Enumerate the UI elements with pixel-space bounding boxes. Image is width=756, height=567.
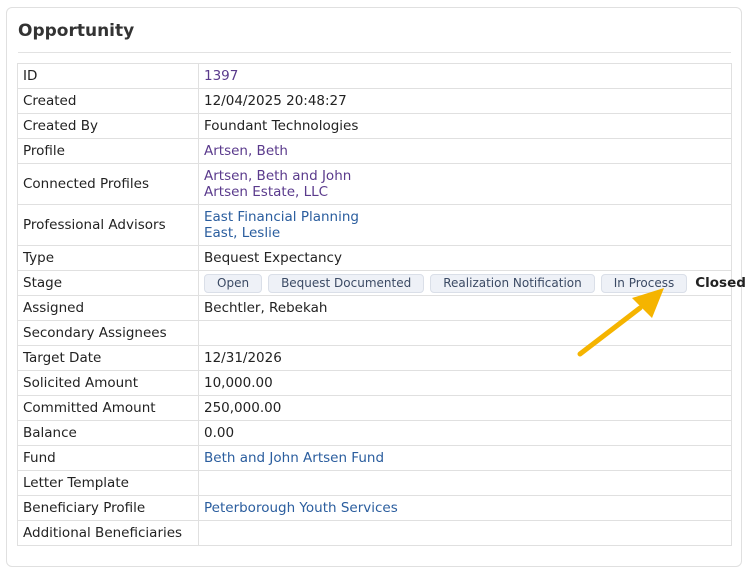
value-assigned: Bechtler, Rebekah — [198, 295, 732, 321]
label-connected-profiles: Connected Profiles — [17, 163, 199, 205]
row-stage: Stage Open Bequest Documented Realizatio… — [17, 270, 746, 296]
label-solicited-amount: Solicited Amount — [17, 370, 199, 396]
connected-profile-link[interactable]: Artsen Estate, LLC — [204, 184, 726, 200]
label-target-date: Target Date — [17, 345, 199, 371]
stage-realization-notification-button[interactable]: Realization Notification — [430, 273, 595, 293]
value-cell-professional-advisors: East Financial Planning East, Leslie — [198, 204, 732, 246]
label-letter-template: Letter Template — [17, 470, 199, 496]
stage-in-process-button[interactable]: In Process — [600, 273, 688, 293]
beneficiary-profile-link[interactable]: Peterborough Youth Services — [204, 500, 726, 516]
row-assigned: Assigned Bechtler, Rebekah — [17, 295, 732, 321]
label-created-by: Created By — [17, 113, 199, 139]
value-cell-id: 1397 — [198, 63, 732, 89]
connected-profile-link[interactable]: Artsen, Beth and John — [204, 168, 726, 184]
label-professional-advisors: Professional Advisors — [17, 204, 199, 246]
label-beneficiary-profile: Beneficiary Profile — [17, 495, 199, 521]
label-stage: Stage — [17, 270, 199, 296]
label-secondary-assignees: Secondary Assignees — [17, 320, 199, 346]
value-cell-fund: Beth and John Artsen Fund — [198, 445, 732, 471]
value-secondary-assignees — [198, 320, 732, 346]
label-balance: Balance — [17, 420, 199, 446]
row-id: ID 1397 — [17, 63, 732, 89]
row-beneficiary-profile: Beneficiary Profile Peterborough Youth S… — [17, 495, 732, 521]
value-target-date: 12/31/2026 — [198, 345, 732, 371]
row-letter-template: Letter Template — [17, 470, 732, 496]
row-target-date: Target Date 12/31/2026 — [17, 345, 732, 371]
id-link[interactable]: 1397 — [204, 68, 726, 84]
value-created-by: Foundant Technologies — [198, 113, 732, 139]
label-type: Type — [17, 245, 199, 271]
stage-current-closed: Closed — [695, 274, 746, 291]
label-created: Created — [17, 88, 199, 114]
label-id: ID — [17, 63, 199, 89]
value-cell-beneficiary-profile: Peterborough Youth Services — [198, 495, 732, 521]
row-professional-advisors: Professional Advisors East Financial Pla… — [17, 204, 732, 246]
row-created: Created 12/04/2025 20:48:27 — [17, 88, 732, 114]
value-committed-amount: 250,000.00 — [198, 395, 732, 421]
label-assigned: Assigned — [17, 295, 199, 321]
row-created-by: Created By Foundant Technologies — [17, 113, 732, 139]
stage-open-button[interactable]: Open — [204, 273, 263, 293]
row-profile: Profile Artsen, Beth — [17, 138, 732, 164]
label-profile: Profile — [17, 138, 199, 164]
title-divider — [18, 52, 731, 53]
label-committed-amount: Committed Amount — [17, 395, 199, 421]
value-cell-profile: Artsen, Beth — [198, 138, 732, 164]
opportunity-details-table: ID 1397 Created 12/04/2025 20:48:27 Crea… — [17, 63, 746, 546]
row-committed-amount: Committed Amount 250,000.00 — [17, 395, 732, 421]
row-secondary-assignees: Secondary Assignees — [17, 320, 732, 346]
stage-selector: Open Bequest Documented Realization Noti… — [204, 273, 746, 293]
value-cell-stage: Open Bequest Documented Realization Noti… — [198, 270, 746, 296]
stage-bequest-documented-button[interactable]: Bequest Documented — [268, 273, 425, 293]
label-fund: Fund — [17, 445, 199, 471]
panel-title: Opportunity — [18, 21, 135, 41]
row-solicited-amount: Solicited Amount 10,000.00 — [17, 370, 732, 396]
value-additional-beneficiaries — [198, 520, 732, 546]
value-letter-template — [198, 470, 732, 496]
fund-link[interactable]: Beth and John Artsen Fund — [204, 450, 726, 466]
row-additional-beneficiaries: Additional Beneficiaries — [17, 520, 732, 546]
value-solicited-amount: 10,000.00 — [198, 370, 732, 396]
value-created: 12/04/2025 20:48:27 — [198, 88, 732, 114]
profile-link[interactable]: Artsen, Beth — [204, 143, 726, 159]
value-cell-connected-profiles: Artsen, Beth and John Artsen Estate, LLC — [198, 163, 732, 205]
value-type: Bequest Expectancy — [198, 245, 732, 271]
opportunity-panel: Opportunity ID 1397 Created 12/04/2025 2… — [6, 7, 746, 567]
advisor-link[interactable]: East, Leslie — [204, 225, 726, 241]
row-balance: Balance 0.00 — [17, 420, 732, 446]
row-connected-profiles: Connected Profiles Artsen, Beth and John… — [17, 163, 732, 205]
value-balance: 0.00 — [198, 420, 732, 446]
advisor-link[interactable]: East Financial Planning — [204, 209, 726, 225]
row-fund: Fund Beth and John Artsen Fund — [17, 445, 732, 471]
label-additional-beneficiaries: Additional Beneficiaries — [17, 520, 199, 546]
row-type: Type Bequest Expectancy — [17, 245, 732, 271]
